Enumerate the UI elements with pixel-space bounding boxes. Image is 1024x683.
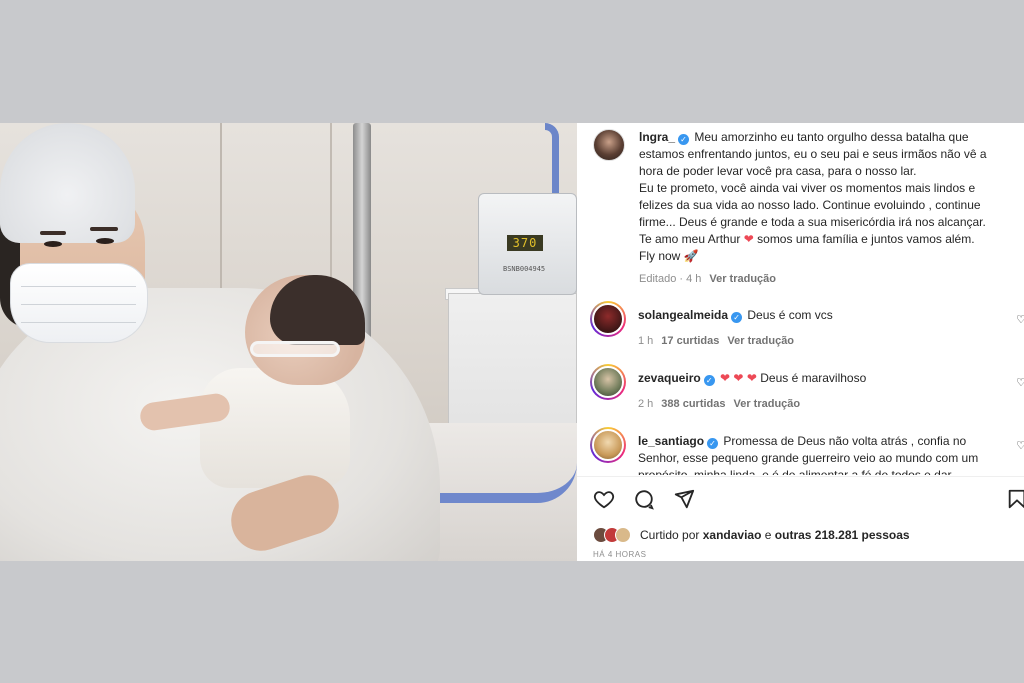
bookmark-icon[interactable] [1006, 488, 1024, 510]
likes-text: Curtido por xandaviao e outras 218.281 p… [640, 528, 910, 542]
comment-item: le_santiago ✓ Promessa de Deus não volta … [590, 427, 1024, 475]
comment-meta: 1 h 17 curtidas Ver tradução [638, 333, 1008, 350]
actions-divider [577, 476, 1024, 477]
comment-like-heart-icon[interactable]: ♡ [1016, 439, 1024, 452]
verified-badge-icon: ✓ [707, 438, 719, 449]
verified-badge-icon: ✓ [703, 375, 715, 386]
comment-text: Deus é maravilhoso [760, 371, 867, 385]
avatar[interactable] [590, 427, 626, 463]
likes-prefix: Curtido por [640, 528, 700, 542]
send-icon[interactable] [673, 488, 695, 510]
comment-text: Deus é com vcs [747, 308, 833, 322]
see-translation-link[interactable]: Ver tradução [709, 273, 776, 285]
caption-edited: Editado · 4 h [639, 273, 702, 285]
hearts-emoji-icon: ❤ ❤ ❤ [720, 371, 757, 385]
mask-fold [21, 304, 136, 305]
verified-badge-icon: ✓ [678, 134, 690, 145]
comment-like-heart-icon[interactable]: ♡ [1016, 313, 1024, 326]
face-mask [10, 263, 148, 343]
avatar-image [592, 429, 624, 461]
avatar-image [592, 366, 624, 398]
post-actions [593, 488, 695, 510]
post-photo[interactable]: 370 BSNB004945 [0, 123, 577, 561]
post-caption: lngra_ ✓ Meu amorzinho eu tanto orgulho d… [577, 123, 1024, 288]
comment-likes-link[interactable]: 388 curtidas [661, 398, 725, 410]
machine-display: 370 [507, 235, 543, 251]
avatar[interactable] [590, 364, 626, 400]
machine-label: BSNB004945 [503, 265, 546, 273]
heart-emoji-icon: ❤ [743, 232, 754, 246]
comment-like-heart-icon[interactable]: ♡ [1016, 376, 1024, 389]
caption-paragraph: Meu amorzinho eu tanto orgulho dessa bat… [639, 130, 987, 178]
liker-username-link[interactable]: xandaviao [703, 528, 762, 542]
comment-username[interactable]: zevaqueiro [638, 371, 701, 385]
post-timestamp: HÁ 4 HORAS [593, 550, 647, 559]
avatar[interactable] [590, 301, 626, 337]
comment-time: 1 h [638, 335, 654, 347]
avatar[interactable] [593, 129, 625, 161]
caption-paragraph: somos uma família e juntos vamos além. [757, 232, 975, 246]
caption-paragraph: Te amo meu Arthur [639, 232, 741, 246]
caption-username[interactable]: lngra_ [639, 130, 675, 144]
comment-body: solangealmeida ✓ Deus é com vcs 1 h 17 cur… [638, 301, 1008, 350]
avatar-image [592, 303, 624, 335]
eyebrow [40, 231, 66, 235]
comment-likes-link[interactable]: 17 curtidas [661, 335, 719, 347]
instagram-post: 370 BSNB004945 lngra_ ✓ Meu amorzinho eu … [0, 123, 1024, 561]
caption-paragraph: Fly now [639, 249, 681, 263]
comment-item: zevaqueiro ✓ ❤ ❤ ❤ Deus é maravilhoso 2 h… [590, 364, 1024, 413]
mask-fold [21, 322, 136, 323]
comment-username[interactable]: solangealmeida [638, 308, 728, 322]
comment-item: solangealmeida ✓ Deus é com vcs 1 h 17 cur… [590, 301, 1024, 350]
comment-body: zevaqueiro ✓ ❤ ❤ ❤ Deus é maravilhoso 2 h… [638, 364, 1008, 413]
comment-meta: 2 h 388 curtidas Ver tradução [638, 396, 1008, 413]
post-sidebar: lngra_ ✓ Meu amorzinho eu tanto orgulho d… [577, 123, 1024, 561]
comment-icon[interactable] [633, 488, 655, 510]
likes-summary: Curtido por xandaviao e outras 218.281 p… [593, 527, 910, 543]
caption-meta: Editado · 4 h Ver tradução [639, 271, 1009, 288]
see-translation-link[interactable]: Ver tradução [734, 398, 801, 410]
likes-count-link[interactable]: outras 218.281 pessoas [775, 528, 910, 542]
nasal-cannula [250, 341, 340, 357]
comment-body: le_santiago ✓ Promessa de Deus não volta … [638, 427, 1008, 475]
likes-connector: e [764, 528, 772, 542]
caption-text: lngra_ ✓ Meu amorzinho eu tanto orgulho d… [639, 129, 1009, 288]
verified-badge-icon: ✓ [731, 312, 743, 323]
eye [44, 241, 62, 247]
avatar [615, 527, 631, 543]
comment-username[interactable]: le_santiago [638, 434, 704, 448]
baby-body [200, 368, 350, 488]
comment-time: 2 h [638, 398, 654, 410]
caption-paragraph: Eu te prometo, você ainda vai viver os m… [639, 181, 986, 229]
eyebrow [90, 227, 118, 231]
see-translation-link[interactable]: Ver tradução [727, 335, 794, 347]
rocket-emoji-icon: 🚀 [683, 249, 699, 263]
mask-fold [21, 286, 136, 287]
heart-outline-icon[interactable] [593, 488, 615, 510]
eye [96, 238, 114, 244]
